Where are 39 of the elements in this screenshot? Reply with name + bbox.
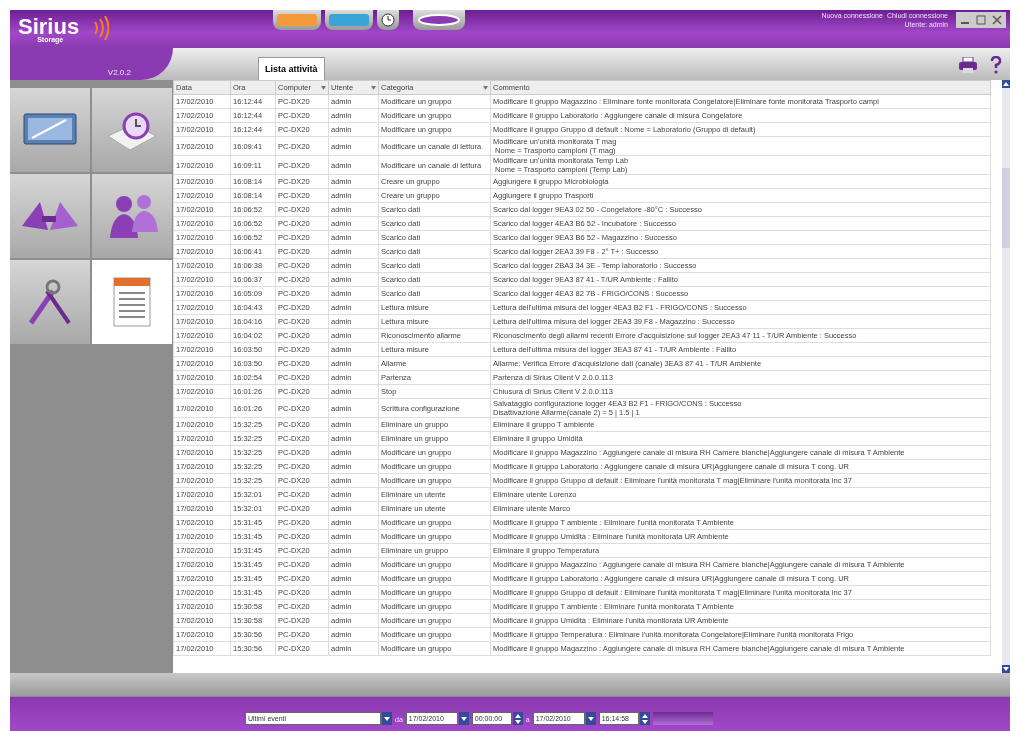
activity-list-tab[interactable]: Lista attività: [258, 57, 325, 80]
scroll-up-icon[interactable]: [1002, 80, 1010, 88]
caret-icon: [587, 716, 594, 721]
nav-tile[interactable]: [10, 88, 90, 172]
caret-icon: [460, 716, 467, 721]
square-icon: [329, 14, 369, 26]
up-down-arrows-icon: [641, 713, 648, 724]
scrollbar-thumb[interactable]: [1002, 168, 1010, 248]
toolbar-button[interactable]: [273, 10, 321, 30]
maximize-icon[interactable]: [974, 14, 988, 26]
dropdown-button[interactable]: [458, 712, 469, 725]
square-icon: [277, 14, 317, 26]
ring-icon: [417, 14, 461, 26]
nav-tile[interactable]: [92, 88, 172, 172]
dropdown-button[interactable]: [382, 712, 392, 725]
app-logo: Sirius: [18, 16, 80, 38]
spinner-button[interactable]: [639, 712, 650, 725]
dropdown-arrow-icon[interactable]: [483, 85, 488, 90]
dropdown-arrow-icon[interactable]: [371, 85, 376, 90]
nav-tile[interactable]: [10, 174, 90, 258]
caret-icon: [384, 716, 390, 721]
toolbar-button[interactable]: [377, 10, 399, 30]
signal-waves-icon: [93, 16, 110, 40]
spinner-button[interactable]: [512, 712, 523, 725]
close-icon[interactable]: [990, 14, 1004, 26]
version-label: V2.0.2: [105, 68, 133, 77]
nav-tile[interactable]: [92, 174, 172, 258]
dropdown-arrow-icon[interactable]: [321, 85, 326, 90]
clock-icon: [381, 13, 395, 27]
help-icon[interactable]: [990, 56, 1002, 74]
printer-icon[interactable]: [958, 57, 978, 73]
document-list-icon: [110, 276, 154, 328]
scroll-down-icon[interactable]: [1002, 665, 1010, 673]
nav-tile[interactable]: [10, 260, 90, 344]
nav-tile[interactable]: [92, 260, 172, 344]
toolbar-button[interactable]: [325, 10, 373, 30]
up-down-arrows-icon: [514, 713, 521, 724]
toolbar-button[interactable]: [413, 10, 465, 30]
dropdown-button[interactable]: [585, 712, 596, 725]
